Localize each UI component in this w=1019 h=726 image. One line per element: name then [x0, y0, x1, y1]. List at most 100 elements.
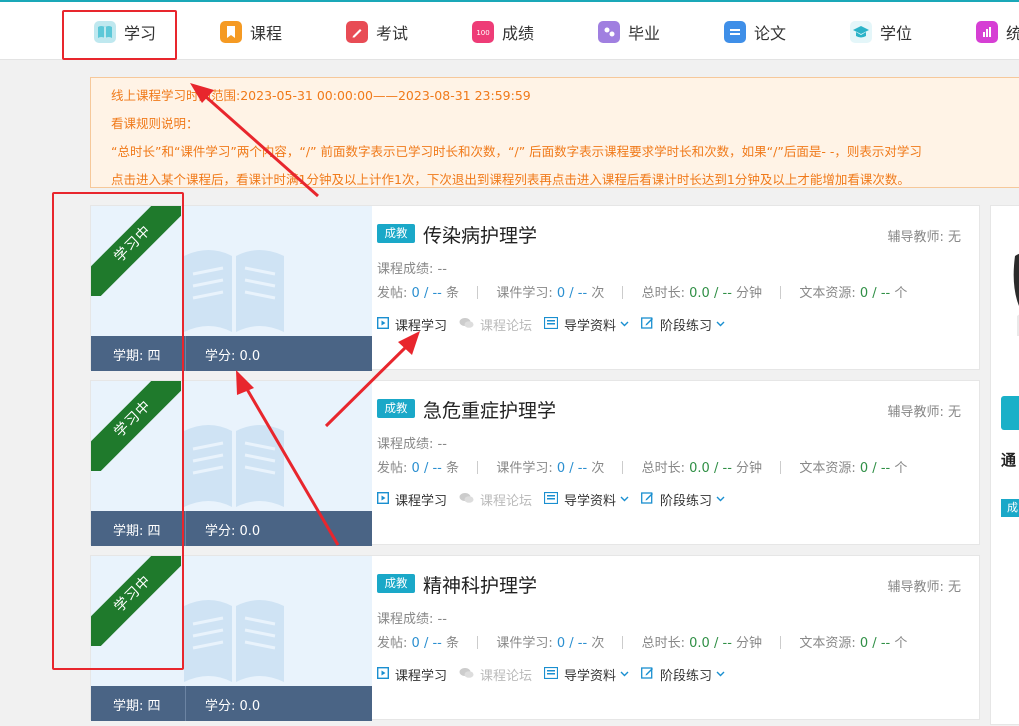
nav-item-thesis[interactable]: 论文 [724, 4, 786, 60]
guide-materials-dropdown[interactable]: 导学资料 [543, 490, 629, 509]
slash: / [713, 636, 719, 651]
course-score: 课程成绩: -- [377, 437, 447, 452]
course-study-button[interactable]: 课程学习 [376, 665, 448, 684]
course-title[interactable]: 传染病护理学 [423, 221, 537, 248]
action-label: 导学资料 [564, 669, 617, 684]
unit: 分钟 [736, 636, 763, 651]
nav-label: 课程 [250, 24, 283, 43]
stage-practice-dropdown[interactable]: 阶段练习 [641, 665, 725, 684]
nav-item-exam[interactable]: 考试 [346, 4, 408, 60]
course-card: 学习中 学期: 四 学分: 0.0 成教 急危重症护理学 辅导教师: 无 课程成… [90, 380, 980, 546]
course-info: 成教 急危重症护理学 辅导教师: 无 课程成绩: -- 发帖: 0 / -- 条… [376, 381, 977, 546]
tutor-label: 辅导教师: 无 [887, 580, 961, 595]
chevron-down-icon [620, 494, 629, 505]
course-score: 课程成绩: -- [377, 262, 447, 277]
nav-item-degree[interactable]: 学位 [850, 4, 912, 60]
divider [780, 461, 782, 474]
unit: 个 [894, 286, 908, 301]
course-title[interactable]: 精神科护理学 [423, 571, 537, 598]
course-info: 成教 传染病护理学 辅导教师: 无 课程成绩: -- 发帖: 0 / -- 条 … [376, 206, 977, 371]
posts-required: -- [432, 636, 442, 651]
courseware-done: 0 [556, 461, 566, 476]
posts-done: 0 [411, 286, 420, 301]
divider [477, 636, 479, 649]
slash: / [872, 286, 877, 301]
guide-materials-dropdown[interactable]: 导学资料 [543, 315, 629, 334]
term-label: 学期: 四 [113, 699, 161, 714]
action-label: 导学资料 [564, 494, 617, 509]
course-forum-button[interactable]: 课程论坛 [459, 490, 532, 509]
notice-line: “总时长”和“课件学习”两个内容，“/” 前面数字表示已学习时长和次数，“/” … [111, 144, 922, 159]
unit: 条 [446, 461, 460, 476]
course-study-button[interactable]: 课程学习 [376, 315, 447, 334]
posts-required: -- [432, 286, 442, 301]
posts-label: 发帖: [377, 461, 408, 476]
unit: 个 [894, 461, 908, 476]
category-badge: 成教 [377, 224, 415, 243]
slash: / [713, 286, 719, 301]
chevron-down-icon [620, 669, 629, 680]
play-icon [376, 316, 390, 333]
nav-item-course[interactable]: 课程 [220, 4, 282, 60]
right-panel: 通 成 [990, 205, 1019, 725]
play-icon [376, 666, 390, 683]
total-time-required: -- [722, 636, 732, 651]
text-resource-done: 0 [859, 636, 869, 651]
total-time-required: -- [722, 461, 732, 476]
credit-label: 学分: 0.0 [205, 349, 261, 364]
course-study-button[interactable]: 课程学习 [376, 490, 447, 509]
unit: 条 [446, 636, 460, 651]
credit-label: 学分: 0.0 [205, 699, 261, 714]
slash: / [713, 461, 719, 476]
action-label: 课程论坛 [480, 494, 533, 509]
text-resource-label: 文本资源: [799, 461, 856, 476]
course-title[interactable]: 急危重症护理学 [423, 396, 556, 423]
category-badge: 成教 [377, 399, 415, 418]
course-stats: 发帖: 0 / -- 条 课件学习: 0 / -- 次 总时长: 0.0 / -… [377, 282, 907, 301]
unit: 次 [591, 461, 605, 476]
course-actions: 课程学习 课程论坛 导学资料 阶段练习 [376, 490, 737, 509]
divider [185, 336, 186, 371]
action-label: 课程论坛 [480, 669, 533, 684]
nav-label: 统 [1006, 24, 1019, 43]
slash: / [569, 461, 574, 476]
guide-materials-dropdown[interactable]: 导学资料 [543, 665, 629, 684]
play-icon [376, 491, 390, 508]
nav-item-graduation[interactable]: 毕业 [598, 4, 660, 60]
course-forum-button[interactable]: 课程论坛 [459, 665, 532, 684]
course-forum-button[interactable]: 课程论坛 [459, 315, 532, 334]
stage-practice-dropdown[interactable]: 阶段练习 [641, 490, 725, 509]
credit-label: 学分: 0.0 [205, 524, 261, 539]
stats-icon [976, 21, 998, 43]
total-time-required: -- [722, 286, 732, 301]
term-credit-bar: 学期: 四 学分: 0.0 [91, 686, 372, 721]
stage-practice-dropdown[interactable]: 阶段练习 [641, 315, 725, 334]
divider [622, 286, 624, 299]
course-info: 成教 精神科护理学 辅导教师: 无 课程成绩: -- 发帖: 0 / -- 条 … [376, 556, 977, 721]
divider [780, 636, 782, 649]
annotation-box [62, 10, 177, 60]
course-stats: 发帖: 0 / -- 条 课件学习: 0 / -- 次 总时长: 0.0 / -… [377, 457, 907, 476]
nav-item-grades[interactable]: 100 成绩 [472, 4, 534, 60]
notice-line: 点击进入某个课程后，看课计时满1分钟及以上计作1次，下次退出到课程列表再点击进入… [111, 172, 910, 187]
total-time-done: 0.0 [689, 461, 710, 476]
slash: / [872, 636, 877, 651]
action-label: 课程论坛 [480, 319, 533, 334]
edit-icon [641, 491, 654, 508]
teacher-avatar [1013, 253, 1019, 336]
divider [477, 461, 479, 474]
courseware-required: -- [577, 286, 588, 301]
book-icon [184, 425, 284, 507]
course-score: 课程成绩: -- [377, 612, 447, 627]
divider [780, 286, 782, 299]
posts-required: -- [432, 461, 442, 476]
chat-icon [459, 317, 474, 333]
unit: 条 [446, 286, 460, 301]
courseware-done: 0 [556, 636, 566, 651]
action-label: 课程学习 [395, 669, 448, 684]
nav-item-stats[interactable]: 统 [976, 4, 1019, 60]
course-card: 学习中 学期: 四 学分: 0.0 成教 传染病护理学 辅导教师: 无 课程成绩… [90, 205, 980, 371]
divider [185, 511, 186, 546]
total-time-done: 0.0 [689, 286, 710, 301]
panel-button[interactable] [1001, 396, 1019, 430]
